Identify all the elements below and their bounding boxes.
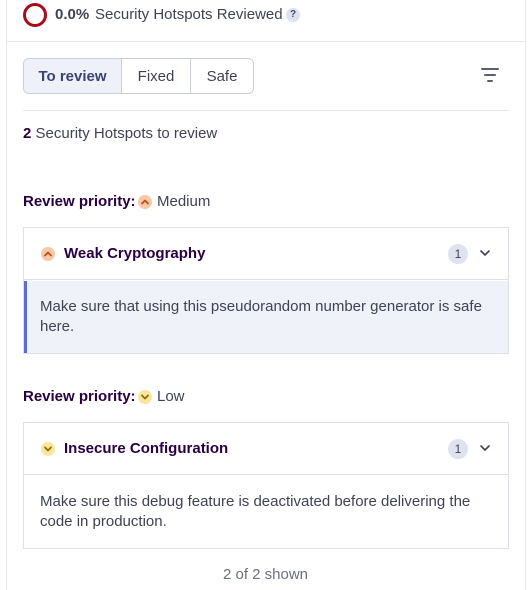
- category-title: Weak Cryptography: [64, 245, 206, 262]
- divider: [23, 110, 509, 111]
- chevron-down-icon[interactable]: [479, 247, 491, 259]
- priority-low-icon: [41, 442, 55, 456]
- progress-ring-icon: [23, 3, 47, 27]
- reviewed-percentage: 0.0%: [55, 6, 90, 23]
- priority-low-icon: [138, 390, 152, 404]
- tab-fixed[interactable]: Fixed: [122, 59, 191, 93]
- priority-medium-icon: [138, 195, 152, 209]
- category-header[interactable]: Insecure Configuration 1: [24, 423, 508, 475]
- hotspot-message: Make sure this debug feature is deactiva…: [40, 493, 471, 530]
- hotspot-count-text: Security Hotspots to review: [35, 125, 218, 142]
- hotspot-count-summary: 2 Security Hotspots to review: [23, 125, 217, 142]
- priority-value: Low: [157, 388, 185, 405]
- hotspot-message: Make sure that using this pseudorandom n…: [40, 298, 482, 335]
- category-count-badge: 1: [448, 439, 468, 459]
- tab-safe[interactable]: Safe: [191, 59, 253, 93]
- review-priority-label: Review priority:: [23, 388, 136, 405]
- reviewed-label: Security Hotspots Reviewed: [95, 6, 283, 23]
- hotspots-header: 0.0% Security Hotspots Reviewed ?: [6, 0, 526, 42]
- hotspot-count: 2: [23, 125, 32, 142]
- status-tabs: To review Fixed Safe: [23, 58, 254, 94]
- category-title: Insecure Configuration: [64, 440, 229, 457]
- hotspot-item[interactable]: Make sure this debug feature is deactiva…: [24, 476, 508, 548]
- shown-count: 2 of 2 shown: [222, 566, 309, 583]
- filter-icon[interactable]: [481, 68, 499, 82]
- priority-value: Medium: [157, 193, 211, 210]
- category-header[interactable]: Weak Cryptography 1: [24, 228, 508, 280]
- priority-medium-icon: [41, 247, 55, 261]
- review-priority-label: Review priority:: [23, 193, 136, 210]
- hotspot-item-selected[interactable]: Make sure that using this pseudorandom n…: [24, 281, 508, 353]
- tab-to-review[interactable]: To review: [24, 59, 122, 93]
- help-icon[interactable]: ?: [286, 8, 300, 22]
- category-count-badge: 1: [448, 244, 468, 264]
- hotspot-category-card: Weak Cryptography 1 Make sure that using…: [23, 227, 509, 354]
- hotspot-category-card: Insecure Configuration 1 Make sure this …: [23, 422, 509, 549]
- chevron-down-icon[interactable]: [479, 442, 491, 454]
